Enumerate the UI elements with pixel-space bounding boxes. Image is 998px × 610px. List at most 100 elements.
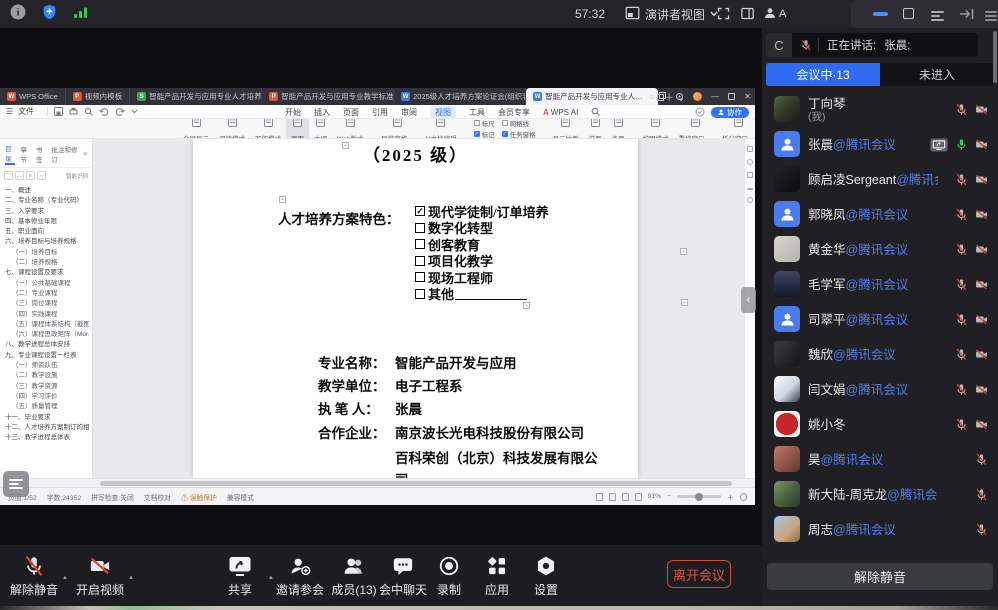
view-tool-显示比例[interactable]: 显示比例 [548, 119, 584, 139]
outline-item[interactable]: 二、专业名称（专业代码） [3, 196, 89, 206]
ribbon-tab-插入[interactable]: 插入 [314, 107, 330, 118]
list-icon[interactable] [931, 9, 944, 23]
view-checkbox-标尺[interactable]: 标尺 [474, 119, 495, 128]
participant-row[interactable]: 丁向琴(我) [762, 92, 998, 127]
meeting-float-toolbar-handle[interactable] [3, 471, 29, 497]
view-icon[interactable] [609, 493, 616, 501]
mic-muted-icon[interactable] [955, 348, 968, 361]
outline-item[interactable]: 八、教学进程总体安排 [3, 340, 89, 350]
zoom-slider[interactable] [677, 495, 721, 498]
outline-item[interactable]: （二）专业课程 [3, 289, 89, 299]
ribbon-tab-工具[interactable]: 工具 [469, 107, 485, 118]
view-tool-全屏显示[interactable]: 全屏显示 [178, 119, 214, 139]
collapse-sidebar-icon[interactable] [959, 7, 975, 21]
mic-muted-icon[interactable] [955, 243, 968, 256]
outline-item[interactable]: 七、课程设置及要求 [3, 268, 89, 278]
status-item[interactable]: 字数:24352 [47, 492, 81, 502]
camera-off-icon[interactable] [975, 138, 988, 151]
view-tool-写作模式[interactable]: 写作模式 [250, 119, 286, 139]
screen-sharing-icon[interactable] [930, 138, 948, 152]
wps-close-icon[interactable]: ✕ [744, 92, 751, 101]
fullscreen-icon[interactable] [716, 6, 731, 26]
mic-muted-icon[interactable] [975, 488, 988, 501]
camera-off-icon[interactable] [975, 278, 988, 291]
hamburger-icon[interactable]: ☰ [6, 107, 13, 116]
view-icon[interactable] [596, 493, 603, 501]
participant-row[interactable]: 姚小冬 [762, 407, 998, 442]
scrollbar-thumb[interactable] [100, 481, 732, 486]
side-panel-icon[interactable] [740, 6, 755, 26]
camera-off-icon[interactable] [975, 418, 988, 431]
view-icon[interactable] [635, 493, 642, 501]
sidebar-collapse-handle[interactable]: ‹ [741, 287, 756, 313]
chevron-down-icon[interactable] [131, 109, 138, 114]
maximize-icon[interactable] [903, 8, 914, 19]
comment-marker-icon[interactable]: + [342, 142, 349, 149]
sync-status-icon[interactable] [695, 107, 705, 117]
view-tool-单页[interactable]: 单页 [584, 119, 607, 139]
outline-item[interactable]: （四）实践课程 [3, 310, 89, 320]
mic-muted-icon[interactable] [955, 278, 968, 291]
nav-tab-书签[interactable]: 书签 [36, 144, 46, 164]
ribbon-tab-引用[interactable]: 引用 [372, 107, 388, 118]
view-tool-导航窗格[interactable]: 导航窗格 ⌄ [376, 119, 419, 139]
view-tool-重排窗口[interactable]: 重排窗口 ⌄ [674, 119, 717, 139]
wps-orange-logo-icon[interactable] [693, 92, 702, 101]
comment-marker-icon[interactable]: + [681, 299, 688, 306]
list-icon[interactable]: ≡ [26, 171, 35, 180]
wps-doc-tab[interactable]: W 智能产品开发与应用专业人…☆✕ [526, 88, 658, 105]
caret-up-icon[interactable]: ▲ [128, 575, 134, 581]
view-tool-AI文档编辑[interactable]: AI文档编辑 [420, 119, 462, 139]
comment-marker-icon[interactable]: + [279, 196, 286, 203]
status-item[interactable]: ⚠ 误触保护 [181, 492, 217, 502]
outline-item[interactable]: （四）学习评价 [3, 392, 89, 402]
wps-document-canvas[interactable]: （2025 级） 人才培养方案特色： ✓现代学徒制/订单培养数字化转型创客教育项… [93, 139, 744, 478]
sidebar-scrollbar-thumb[interactable] [993, 31, 997, 83]
ribbon-tab-页面[interactable]: 页面 [343, 107, 359, 118]
mic-muted-icon[interactable] [955, 208, 968, 221]
view-checkbox-任务窗格[interactable]: ✓任务窗格 [502, 129, 536, 139]
wps-minimize-icon[interactable]: — [711, 92, 719, 101]
camera-off-icon[interactable] [975, 383, 988, 396]
participant-row[interactable]: 昊@腾讯会议 [762, 442, 998, 477]
outline-item[interactable]: 五、职业面向 [3, 227, 89, 237]
outline-item[interactable]: 六、培养目标与培养规格 [3, 237, 89, 247]
participant-row[interactable]: 魏欣@腾讯会议 [762, 337, 998, 372]
horizontal-scrollbar[interactable] [0, 478, 755, 487]
mic-muted-icon[interactable] [955, 313, 968, 326]
wps-doc-tab[interactable]: W WPS Office [0, 88, 66, 105]
ribbon-tab-WPS AI[interactable]: AWPS AI [543, 108, 578, 117]
view-checkbox-网格线[interactable]: 网格线 [502, 119, 536, 128]
outline-item[interactable]: 十三、教学进程总体表 [3, 433, 89, 443]
wps-doc-tab[interactable]: P 视频内模板 [66, 88, 131, 105]
participant-row[interactable]: 闫文娟@腾讯会议 [762, 372, 998, 407]
zoom-out-button[interactable]: − [667, 493, 671, 500]
participant-row[interactable]: 顾启凌Sergeant@腾讯会议 [762, 162, 998, 197]
nav-tab-章节[interactable]: 章节 [20, 144, 30, 164]
menu-icon[interactable] [985, 9, 997, 23]
outline-item[interactable]: 三、入学要求 [3, 207, 89, 217]
view-mode-switch[interactable]: 演讲者视图 [625, 4, 718, 24]
close-pane-icon[interactable]: ✕ [83, 150, 88, 158]
ribbon-tab-审阅[interactable]: 审阅 [401, 107, 417, 118]
participant-row[interactable]: 司翠平@腾讯会议 [762, 302, 998, 337]
view-tool-Web版式[interactable]: Web版式 [332, 119, 368, 139]
print-icon[interactable] [69, 107, 78, 116]
outline-item[interactable]: （五）质量管理 [3, 402, 89, 412]
camera-off-icon[interactable] [975, 173, 988, 186]
camera-off-icon[interactable] [975, 243, 988, 256]
minimize-icon[interactable] [873, 12, 888, 16]
mic-muted-icon[interactable] [975, 523, 988, 536]
outline-item[interactable]: 十一、毕业要求 [3, 413, 89, 423]
tool-icon[interactable] [747, 188, 753, 190]
wps-doc-tab[interactable]: P 智能产品开发与应用专业教学标准… [262, 88, 394, 105]
tool-icon[interactable] [747, 172, 753, 178]
nav-tab-目录[interactable]: 目录 [5, 143, 15, 165]
ribbon-tab-会员专享[interactable]: 会员专享 [498, 107, 530, 118]
preview-icon[interactable] [84, 107, 93, 116]
outline-item[interactable]: （二）教学设施 [3, 371, 89, 381]
expand-icon[interactable]: ﹀ [4, 171, 13, 180]
outline-item[interactable]: （一）培养目标 [3, 248, 89, 258]
status-item[interactable]: 兼容模式 [227, 492, 254, 502]
participant-row[interactable]: 郭晓凤@腾讯会议 [762, 197, 998, 232]
